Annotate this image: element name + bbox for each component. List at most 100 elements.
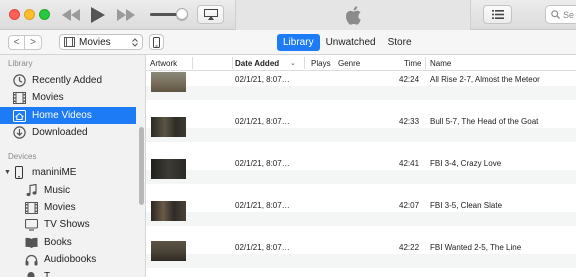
- time-cell: 42:24: [399, 75, 420, 84]
- sidebar-item-downloaded[interactable]: Downloaded: [0, 124, 136, 141]
- phone-icon: [12, 166, 26, 180]
- tv-icon: [24, 218, 38, 232]
- name-cell: FBI 3-4, Crazy Love: [430, 159, 502, 168]
- sidebar-item-device-music[interactable]: Music: [0, 182, 136, 199]
- volume-slider-knob[interactable]: [176, 8, 188, 20]
- table-row[interactable]: 02/1/21, 8:07… 42:22 FBI Wanted 2-5, The…: [146, 240, 576, 277]
- sidebar: Library Recently Added Movies Home Video…: [0, 55, 146, 277]
- download-icon: [12, 126, 26, 140]
- column-divider: [304, 57, 305, 69]
- play-button[interactable]: [91, 6, 105, 24]
- date-added-cell: 02/1/21, 8:07…: [235, 159, 290, 168]
- sidebar-scrollbar[interactable]: [139, 127, 144, 205]
- name-cell: FBI 3-5, Clean Slate: [430, 201, 503, 210]
- time-cell: 42:41: [399, 159, 420, 168]
- sort-chevron-down-icon[interactable]: ⌄: [290, 55, 296, 71]
- time-cell: 42:22: [399, 243, 420, 252]
- column-header-time[interactable]: Time: [404, 55, 421, 71]
- column-header-date-added[interactable]: Date Added: [235, 55, 279, 71]
- time-cell: 42:33: [399, 117, 420, 126]
- film-icon: [12, 91, 26, 105]
- search-icon: [551, 10, 560, 19]
- table-row[interactable]: 02/1/21, 8:07… 42:07 FBI 3-5, Clean Slat…: [146, 198, 576, 240]
- clock-icon: [12, 74, 26, 88]
- sidebar-item-recently-added[interactable]: Recently Added: [0, 72, 136, 89]
- sidebar-item-device-books[interactable]: Books: [0, 234, 136, 251]
- airplay-icon: [203, 9, 218, 20]
- sidebar-item-label: T: [44, 271, 51, 277]
- up-next-button[interactable]: [483, 5, 512, 24]
- list-icon: [491, 10, 504, 19]
- view-tabs: Library Unwatched Store: [277, 34, 418, 51]
- sidebar-item-label: Home Videos: [32, 110, 92, 121]
- sidebar-item-device[interactable]: ▼ maniniME: [0, 164, 136, 181]
- column-divider: [192, 57, 193, 69]
- headphones-icon: [24, 253, 38, 267]
- sidebar-item-device-tv-shows[interactable]: TV Shows: [0, 216, 136, 233]
- back-button[interactable]: <: [8, 35, 25, 50]
- forward-button[interactable]: >: [25, 35, 42, 50]
- media-kind-select[interactable]: Movies: [59, 34, 143, 50]
- artwork-thumbnail: [151, 241, 186, 261]
- date-added-cell: 02/1/21, 8:07…: [235, 201, 290, 210]
- tab-store[interactable]: Store: [382, 34, 418, 51]
- sidebar-item-movies[interactable]: Movies: [0, 89, 136, 106]
- sidebar-item-label: Recently Added: [32, 75, 103, 86]
- column-divider: [425, 57, 426, 69]
- table-row[interactable]: 02/1/21, 8:07… 42:33 Bull 5-7, The Head …: [146, 114, 576, 156]
- device-button[interactable]: [149, 34, 164, 50]
- sidebar-item-label: Music: [44, 185, 71, 196]
- film-icon: [64, 37, 75, 47]
- column-header-name[interactable]: Name: [430, 55, 451, 71]
- sidebar-item-device-audiobooks[interactable]: Audiobooks: [0, 251, 136, 268]
- media-kind-label: Movies: [79, 36, 111, 48]
- fast-forward-icon: [117, 9, 135, 21]
- tab-library[interactable]: Library: [277, 34, 320, 51]
- table-row[interactable]: 02/1/21, 8:07… 42:24 All Rise 2-7, Almos…: [146, 72, 576, 114]
- fast-forward-button[interactable]: [117, 6, 135, 24]
- table-header: Artwork Date Added ⌄ Plays Genre Time Na…: [146, 55, 576, 71]
- device-name: maniniME: [32, 167, 77, 178]
- minimize-window-button[interactable]: [24, 9, 35, 20]
- airplay-button[interactable]: [197, 5, 224, 24]
- sidebar-item-label: Books: [44, 237, 72, 248]
- artwork-thumbnail: [151, 159, 186, 179]
- search-field[interactable]: Se: [545, 5, 576, 24]
- title-bar: Se: [0, 0, 576, 30]
- sidebar-item-label: Audiobooks: [44, 254, 97, 265]
- library-section-header: Library: [8, 59, 33, 68]
- column-divider: [232, 57, 233, 69]
- sidebar-item-label: Movies: [32, 92, 64, 103]
- status-display: [235, 0, 471, 30]
- table-row[interactable]: 02/1/21, 8:07… 42:41 FBI 3-4, Crazy Love: [146, 156, 576, 198]
- phone-icon: [153, 36, 160, 48]
- sidebar-item-device-movies[interactable]: Movies: [0, 199, 136, 216]
- artwork-thumbnail: [151, 72, 186, 92]
- sidebar-item-label: TV Shows: [44, 219, 90, 230]
- date-added-cell: 02/1/21, 8:07…: [235, 117, 290, 126]
- rewind-button[interactable]: [62, 6, 80, 24]
- navigation-toolbar: < > Movies Library Unwatched Store: [0, 30, 576, 55]
- close-window-button[interactable]: [9, 9, 20, 20]
- sidebar-item-home-videos[interactable]: Home Videos: [0, 107, 136, 124]
- disclosure-triangle-icon[interactable]: ▼: [4, 169, 12, 176]
- rewind-icon: [62, 9, 80, 21]
- zoom-window-button[interactable]: [39, 9, 50, 20]
- name-cell: Bull 5-7, The Head of the Goat: [430, 117, 539, 126]
- sidebar-item-label: Movies: [44, 202, 76, 213]
- tones-icon: [24, 270, 38, 277]
- chevron-left-icon: <: [13, 37, 20, 48]
- tab-unwatched[interactable]: Unwatched: [320, 34, 382, 51]
- sidebar-item-device-tones[interactable]: T: [0, 268, 136, 277]
- date-added-cell: 02/1/21, 8:07…: [235, 243, 290, 252]
- artwork-thumbnail: [151, 117, 186, 137]
- search-placeholder: Se: [563, 9, 575, 20]
- sidebar-item-label: Downloaded: [32, 127, 88, 138]
- name-cell: All Rise 2-7, Almost the Meteor: [430, 75, 540, 84]
- column-header-artwork[interactable]: Artwork: [150, 55, 177, 71]
- time-cell: 42:07: [399, 201, 420, 210]
- column-header-genre[interactable]: Genre: [338, 55, 360, 71]
- column-header-plays[interactable]: Plays: [311, 55, 331, 71]
- book-icon: [24, 236, 38, 250]
- chevron-up-down-icon: [132, 37, 138, 47]
